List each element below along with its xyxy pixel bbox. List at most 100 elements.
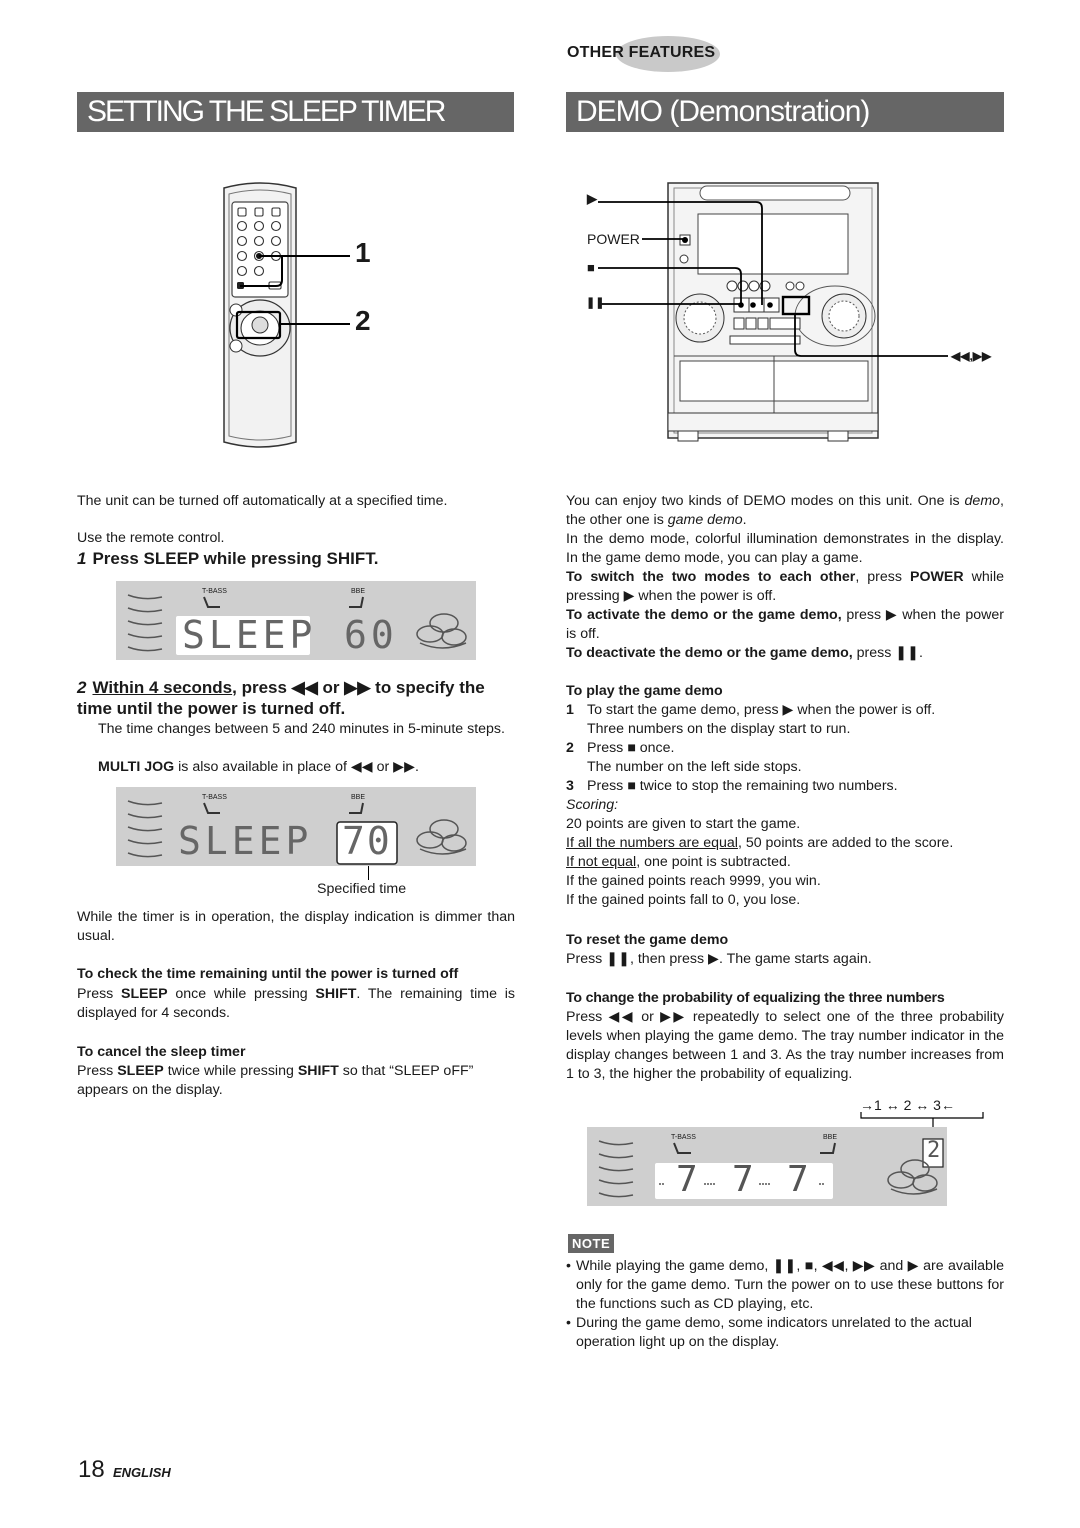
page-language: ENGLISH [113,1465,171,1480]
multi-jog-note: MULTI JOG is also available in place of … [98,758,515,777]
step-n: 1 [566,702,574,718]
note-item: • While playing the game demo, ❚❚, ■, ◀◀,… [566,1257,1004,1314]
play-step-2: 2 Press ■ once. The number on the left sid… [566,739,1004,777]
bbe-label: BBE [351,588,366,595]
check-shift: SHIFT [315,986,357,1002]
play-heading: To play the game demo [566,683,723,699]
game-digit-2: 7 [732,1159,754,1200]
check-heading: To check the time remaining until the po… [77,966,459,982]
lcd-text: SLEEP [178,819,313,863]
step-n: 2 [566,740,574,756]
game-digit-3: 7 [787,1159,809,1200]
tbass-label: T-BASS [202,794,227,801]
bbe-label: BBE [823,1134,838,1141]
check-sleep: SLEEP [121,986,168,1002]
power-label: POWER [587,231,640,247]
note-list: • While playing the game demo, ❚❚, ■, ◀◀,… [566,1257,1004,1352]
check-p2: once while pressing [167,986,316,1002]
score-3-rest: , one point is subtracted. [636,854,791,870]
step-2: 2 Within 4 seconds, press ◀◀ or ▶▶ to spe… [77,677,515,719]
step-2-text-a: , press [232,678,292,697]
demo-intro: You can enjoy two kinds of DEMO modes on… [566,492,1004,663]
step-main: Press ■ once. [587,740,675,756]
dimmer-note: While the timer is in operation, the dis… [77,909,515,944]
score-rule-2: If all the numbers are equal, 50 points … [566,834,1004,853]
note-text: While playing the game demo, ❚❚, ■, ◀◀, … [576,1258,1004,1312]
reset-heading: To reset the game demo [566,932,729,948]
page-number: 18 [78,1456,105,1483]
scoring-label: Scoring: [566,797,619,813]
cancel-text: Press SLEEP twice while pressing SHIFT s… [77,1062,515,1100]
cancel-p2: twice while pressing [163,1063,298,1079]
check-text: Press SLEEP once while pressing SHIFT. T… [77,985,515,1023]
fast-forward-icon: ▶▶ [344,678,371,697]
section-label: OTHER FEATURES [567,44,716,61]
step-main: Press ■ twice to stop the remaining two … [587,778,898,794]
lcd-value: 70 [342,819,392,863]
switch-a: , press [855,569,911,585]
lcd-display-sleep-70: T-BASS BBE SLEEP 70 [116,787,476,866]
specified-time-leader [368,866,369,880]
step-2-or: or [317,678,345,697]
step-n: 3 [566,778,574,794]
lcd-display-sleep-60: T-BASS BBE SLEEP 60 [116,581,476,660]
note-badge: NOTE [568,1234,615,1253]
lcd-display-game-demo: T-BASS BBE 7 7 7 2 [587,1127,947,1206]
tbass-label: T-BASS [202,588,227,595]
sleep-timer-title: SETTING THE SLEEP TIMER [77,92,514,132]
score-rule-3: If not equal, one point is subtracted. [566,853,1004,872]
activate-heading: To activate the demo or the game demo, [566,607,842,623]
step-sub: Three numbers on the display start to ru… [587,721,851,737]
intro-2: In the demo mode, colorful illumination … [566,531,1004,566]
note-item: • During the game demo, some indicators u… [566,1314,1004,1352]
tbass-label: T-BASS [671,1134,696,1141]
bbe-label: BBE [351,794,366,801]
score-3-underlined: If not equal [566,854,637,870]
use-remote-text: Use the remote control. [77,530,225,546]
score-rule-5: If the gained points fall to 0, you lose… [566,892,801,908]
cancel-p1: Press [77,1063,118,1079]
deactivate-heading: To deactivate the demo or the game demo, [566,645,853,661]
deactivate-rest: press ❚❚. [852,645,923,661]
step-1-number: 1 [77,549,87,568]
skip-icons: ◀◀,▶▶ [951,349,992,363]
cancel-shift: SHIFT [297,1063,339,1079]
step-text: Press ■ once. The number on the left side… [587,739,802,777]
intro-game-demo: game demo [667,512,743,528]
note-text: During the game demo, some indicators un… [576,1315,972,1350]
play-step-3: 3 Press ■ twice to stop the remaining two… [566,777,1004,796]
step-2-number: 2 [77,678,87,697]
play-step-1: 1 To start the game demo, press ▶ when th… [566,701,1004,739]
bullet-icon: • [566,1315,571,1331]
score-2-rest: , 50 points are added to the score. [737,835,954,851]
step-text: To start the game demo, press ▶ when the… [587,701,935,739]
step-1: 1 Press SLEEP while pressing SHIFT. [77,548,515,569]
cancel-sleep: SLEEP [117,1063,164,1079]
tray-number-indicator: 2 [927,1138,941,1163]
score-2-underlined: If all the numbers are equal [566,835,738,851]
intro-c: . [742,512,747,528]
callout-2: 2 [355,305,371,336]
cancel-heading: To cancel the sleep timer [77,1044,246,1060]
sleep-intro: The unit can be turned off automatically… [77,493,448,509]
game-digit-1: 7 [676,1159,698,1200]
probability-heading: To change the probability of equalizing … [566,990,945,1006]
intro-a: You can enjoy two kinds of DEMO modes on… [566,493,965,509]
step-2-underlined: Within 4 seconds [92,678,233,697]
play-steps: 1 To start the game demo, press ▶ when th… [566,701,1004,910]
rewind-icon: ◀◀ [291,678,318,697]
switch-heading: To switch the two modes to each other [566,569,856,585]
stop-icon: ■ [587,260,595,275]
probability-text: Press ◀◀ or ▶▶ repeatedly to select one … [566,1009,1004,1082]
pause-icon: ❚❚ [586,297,605,309]
play-icon: ▶ [587,191,597,206]
stereo-unit-illustration [598,182,948,442]
step-1-text: Press SLEEP while pressing SHIFT. [92,549,379,568]
lcd-value: 60 [344,613,398,657]
switch-power: POWER [910,569,964,585]
intro-demo: demo [964,493,1001,509]
demo-title: DEMO (Demonstration) [566,92,1004,132]
specified-time-caption: Specified time [317,881,407,897]
multi-jog-label: MULTI JOG [98,759,175,775]
score-rule-1: 20 points are given to start the game. [566,816,801,832]
